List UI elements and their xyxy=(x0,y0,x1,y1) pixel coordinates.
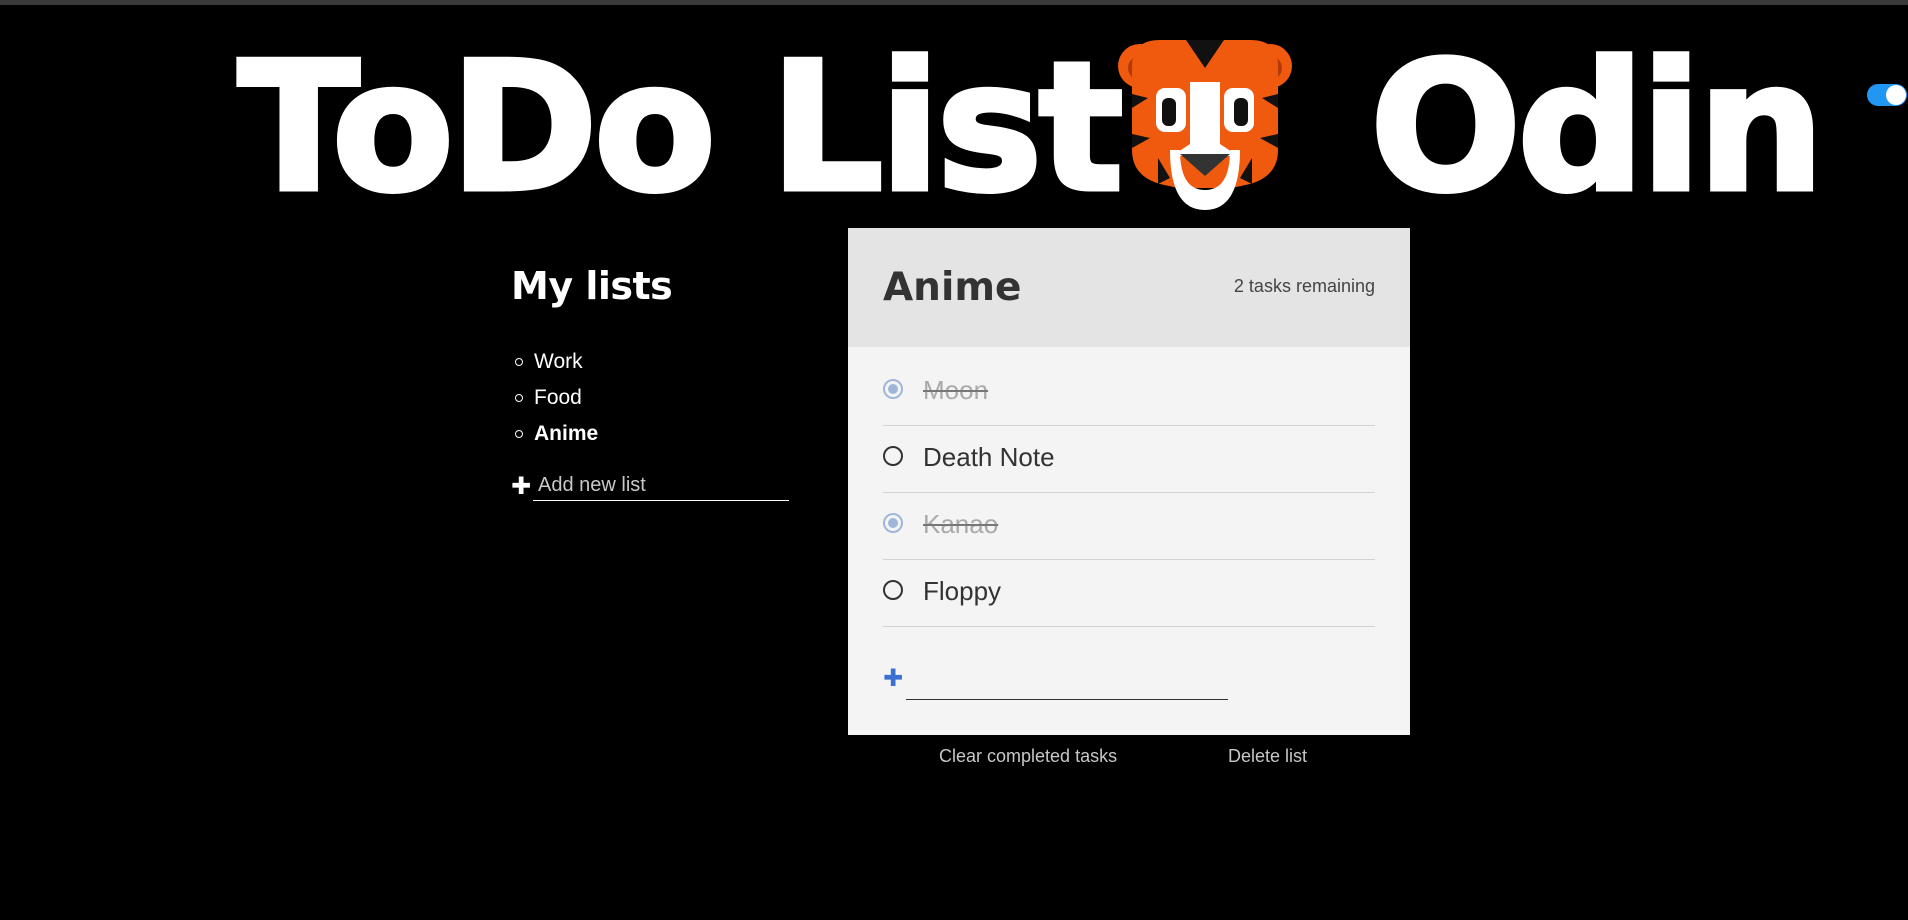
task-item[interactable]: Moon xyxy=(883,359,1375,426)
task-checkbox[interactable] xyxy=(883,379,903,399)
sidebar-item-food[interactable]: Food xyxy=(511,380,791,416)
clear-completed-button[interactable]: Clear completed tasks xyxy=(939,746,1117,767)
page-title-left: ToDo List xyxy=(236,24,1127,231)
list-actions: Clear completed tasks Delete list xyxy=(848,740,1410,780)
task-list: Moon Death Note Kanao Floppy xyxy=(883,359,1375,627)
plus-icon[interactable]: ✚ xyxy=(511,473,531,499)
task-label: Moon xyxy=(923,375,989,405)
task-checkbox[interactable] xyxy=(883,513,903,533)
sidebar-title: My lists xyxy=(511,264,673,308)
task-label: Floppy xyxy=(923,576,1002,606)
sidebar: My lists Work Food Anime ✚ xyxy=(511,258,791,504)
task-checkbox[interactable] xyxy=(883,580,903,600)
page-title-right: Odin xyxy=(1367,24,1826,231)
new-task-form: ✚ xyxy=(883,661,1243,701)
new-task-input[interactable] xyxy=(906,661,1228,700)
todo-list-panel: Anime 2 tasks remaining Moon Death Note … xyxy=(848,228,1410,735)
panel-header: Anime 2 tasks remaining xyxy=(848,228,1410,347)
page-header: ToDo List Odin xyxy=(0,24,1908,231)
task-checkbox[interactable] xyxy=(883,446,903,466)
theme-toggle-switch[interactable] xyxy=(1867,84,1907,106)
new-list-form: ✚ xyxy=(511,470,791,504)
sidebar-item-work[interactable]: Work xyxy=(511,344,791,380)
task-item[interactable]: Floppy xyxy=(883,560,1375,627)
task-item[interactable]: Kanao xyxy=(883,493,1375,560)
task-item[interactable]: Death Note xyxy=(883,426,1375,493)
lists-container: Work Food Anime xyxy=(511,344,791,452)
tasks-remaining-count: 2 tasks remaining xyxy=(1233,276,1375,296)
task-label: Death Note xyxy=(923,442,1055,472)
toggle-knob xyxy=(1886,85,1906,105)
plus-icon[interactable]: ✚ xyxy=(883,665,903,691)
list-title: Anime xyxy=(883,265,1022,310)
new-list-input[interactable] xyxy=(533,470,789,501)
task-label: Kanao xyxy=(923,509,999,539)
delete-list-button[interactable]: Delete list xyxy=(1228,746,1307,767)
window-top-border xyxy=(0,0,1908,5)
tiger-logo-icon xyxy=(1118,40,1292,210)
sidebar-item-anime[interactable]: Anime xyxy=(511,416,791,452)
